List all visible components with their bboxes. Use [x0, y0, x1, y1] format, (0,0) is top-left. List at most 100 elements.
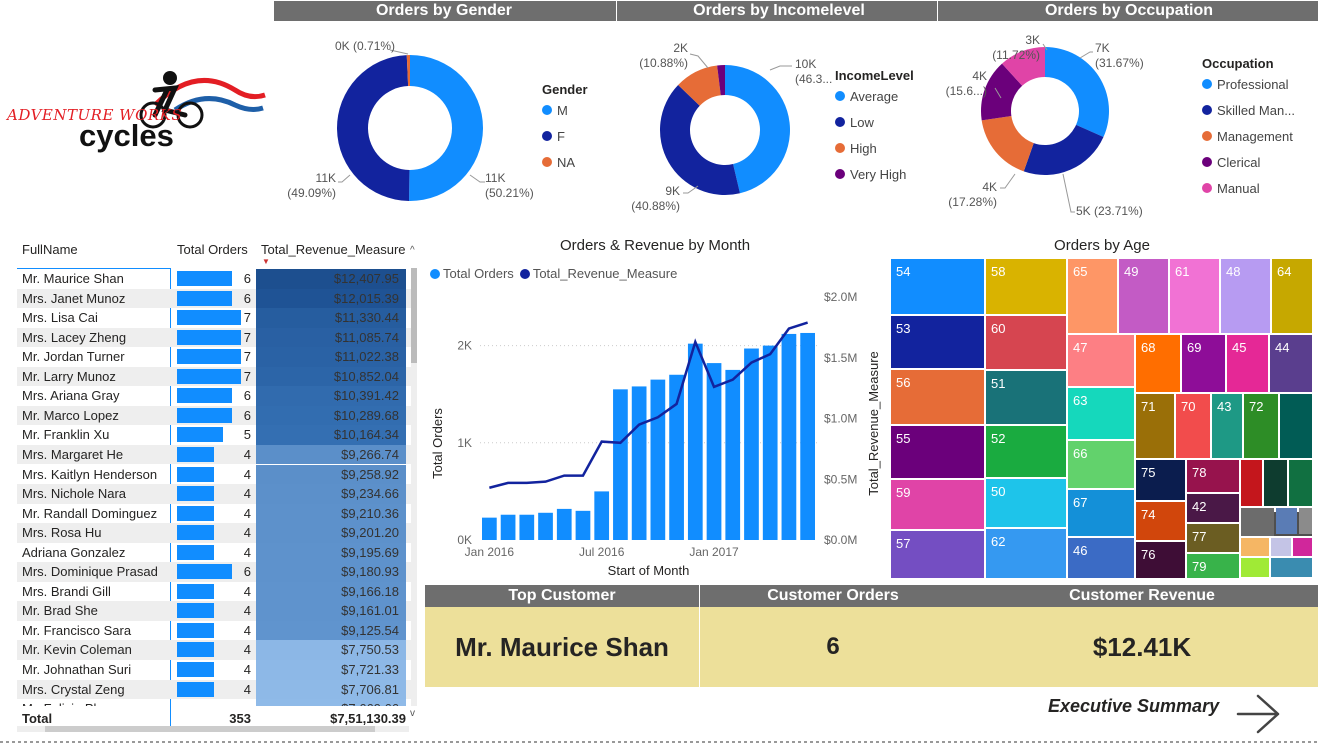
treemap-cell[interactable] — [1241, 508, 1274, 536]
table-row[interactable]: Mrs. Brandi Gill 4 $9,166.18 — [17, 581, 413, 602]
table-row[interactable]: Mrs. Ariana Gray 6 $10,391.42 — [17, 386, 413, 406]
orders-bar[interactable] — [538, 512, 553, 540]
treemap-cell-age-79[interactable]: 79 — [1187, 554, 1239, 578]
legend-item[interactable]: Clerical — [1202, 149, 1295, 175]
treemap-cell[interactable] — [1280, 394, 1312, 458]
treemap-cell-age-74[interactable]: 74 — [1136, 502, 1185, 540]
treemap-cell-age-75[interactable]: 75 — [1136, 460, 1185, 500]
treemap-cell-age-70[interactable]: 70 — [1176, 394, 1210, 458]
treemap-cell-age-64[interactable]: 64 — [1272, 259, 1312, 333]
treemap-cell-age-76[interactable]: 76 — [1136, 542, 1185, 578]
legend-item[interactable]: NA — [542, 149, 588, 175]
orders-bar[interactable] — [687, 343, 703, 540]
legend-item[interactable]: Very High — [835, 161, 914, 187]
treemap-cell-age-50[interactable]: 50 — [986, 479, 1066, 527]
treemap-cell-age-68[interactable]: 68 — [1136, 335, 1180, 392]
treemap-cell-age-51[interactable]: 51 — [986, 371, 1066, 424]
table-row[interactable]: Mrs. Nichole Nara 4 $9,234.66 — [17, 484, 413, 504]
treemap-cell[interactable] — [1264, 460, 1287, 506]
legend-item[interactable]: M — [542, 97, 588, 123]
treemap-cell-age-60[interactable]: 60 — [986, 316, 1066, 369]
table-row[interactable]: Mrs. Dominique Prasad 6 $9,180.93 — [17, 562, 413, 582]
treemap-cell-age-43[interactable]: 43 — [1212, 394, 1242, 458]
legend-item[interactable]: Skilled Man... — [1202, 97, 1295, 123]
scroll-up-icon[interactable]: ^ — [410, 245, 415, 256]
treemap-cell-age-62[interactable]: 62 — [986, 529, 1066, 578]
legend-item[interactable]: Management — [1202, 123, 1295, 149]
scrollbar-thumb[interactable] — [411, 268, 417, 363]
table-row[interactable]: Mrs. Rosa Hu 4 $9,201.20 — [17, 523, 413, 543]
orders-bar[interactable] — [706, 363, 722, 540]
treemap-cell-age-65[interactable]: 65 — [1068, 259, 1117, 333]
treemap-cell[interactable] — [1293, 538, 1312, 556]
customer-table[interactable]: FullName Total Orders Total_Revenue_Meas… — [17, 238, 421, 732]
table-row[interactable]: Mr. Kevin Coleman 4 $7,750.53 — [17, 640, 413, 660]
treemap-cell[interactable] — [1241, 538, 1269, 556]
orders-bar[interactable] — [744, 348, 759, 540]
legend-item[interactable]: Manual — [1202, 175, 1295, 201]
treemap-cell-age-56[interactable]: 56 — [891, 370, 984, 424]
treemap-cell[interactable] — [1271, 538, 1291, 556]
table-row[interactable]: Mrs. Crystal Zeng 4 $7,706.81 — [17, 679, 413, 700]
table-row[interactable]: Mrs. Kaitlyn Henderson 4 $9,258.92 — [17, 464, 413, 484]
treemap-cell-age-49[interactable]: 49 — [1119, 259, 1168, 333]
table-row[interactable]: Adriana Gonzalez 4 $9,195.69 — [17, 542, 413, 563]
scroll-down-icon[interactable]: v — [410, 708, 415, 719]
table-row[interactable]: Mr. Randall Dominguez 4 $9,210.36 — [17, 503, 413, 524]
donut-slice-management[interactable] — [981, 115, 1034, 172]
treemap-cell-age-72[interactable]: 72 — [1244, 394, 1278, 458]
legend-total-orders[interactable]: Total Orders — [430, 266, 514, 281]
legend-item[interactable]: Average — [835, 83, 914, 109]
orders-bar[interactable] — [613, 389, 628, 540]
orders-revenue-combo-chart[interactable]: 0K1K2K$0.0M$0.5M$1.0M$1.5M$2.0MJan 2016 J… — [425, 285, 885, 585]
treemap-cell[interactable] — [1289, 460, 1312, 506]
treemap-cell-age-52[interactable]: 52 — [986, 426, 1066, 477]
table-row[interactable]: Mr. Jordan Turner 7 $11,022.38 — [17, 347, 413, 367]
donut-slice-skilled-man-[interactable] — [1023, 124, 1104, 175]
orders-bar[interactable] — [631, 386, 647, 540]
scrollbar-vertical[interactable] — [411, 268, 417, 706]
treemap-cell-age-66[interactable]: 66 — [1068, 441, 1134, 488]
table-row[interactable]: Mrs. Janet Munoz 6 $12,015.39 — [17, 288, 413, 309]
legend-item[interactable]: High — [835, 135, 914, 161]
treemap-cell[interactable] — [1241, 460, 1262, 506]
treemap-cell-age-48[interactable]: 48 — [1221, 259, 1270, 333]
treemap-cell-age-77[interactable]: 77 — [1187, 524, 1239, 552]
treemap-cell-age-69[interactable]: 69 — [1182, 335, 1225, 392]
table-row[interactable]: Mr. Marco Lopez 6 $10,289.68 — [17, 405, 413, 426]
table-row[interactable]: Mr. Franklin Xu 5 $10,164.34 — [17, 425, 413, 445]
age-treemap[interactable]: 54 58 65 49 61 48 64 53 60 47 68 69 45 44 56 51 63 71 70 43… — [891, 259, 1314, 580]
treemap-cell-age-58[interactable]: 58 — [986, 259, 1066, 314]
orders-bar[interactable] — [500, 514, 516, 540]
legend-revenue[interactable]: Total_Revenue_Measure — [519, 266, 677, 281]
donut-slice-m[interactable] — [409, 55, 484, 202]
treemap-cell-age-45[interactable]: 45 — [1227, 335, 1268, 392]
income-donut-chart[interactable]: 10K(46.3... 9K(40.88%) 2K(10.88%) — [630, 30, 840, 220]
gender-donut-chart[interactable]: 11K(50.21%)11K(49.09%)0K (0.71%) — [280, 30, 540, 210]
treemap-cell-age-61[interactable]: 61 — [1170, 259, 1219, 333]
treemap-cell-age-54[interactable]: 54 — [891, 259, 984, 314]
treemap-cell-age-46[interactable]: 46 — [1068, 538, 1134, 578]
treemap-cell-age-78[interactable]: 78 — [1187, 460, 1239, 492]
table-row[interactable]: Mrs. Lisa Cai 7 $11,330.44 — [17, 308, 413, 328]
treemap-cell[interactable] — [1276, 508, 1297, 534]
table-row[interactable]: Mr. Felicia Pl... $7,669.66 — [17, 699, 413, 706]
legend-item[interactable]: Professional — [1202, 71, 1295, 97]
table-row[interactable]: Mr. Maurice Shan 6 $12,407.95 — [17, 269, 413, 289]
treemap-cell-age-47[interactable]: 47 — [1068, 335, 1134, 386]
treemap-cell-age-57[interactable]: 57 — [891, 531, 984, 578]
orders-bar[interactable] — [762, 345, 778, 540]
treemap-cell[interactable] — [1241, 558, 1269, 577]
donut-slice-f[interactable] — [337, 55, 410, 201]
table-row[interactable]: Mrs. Margaret He 4 $9,266.74 — [17, 444, 413, 465]
treemap-cell-age-42[interactable]: 42 — [1187, 494, 1239, 522]
table-row[interactable]: Mrs. Lacey Zheng 7 $11,085.74 — [17, 327, 413, 348]
treemap-cell-age-71[interactable]: 71 — [1136, 394, 1174, 458]
orders-bar[interactable] — [482, 517, 497, 540]
treemap-cell[interactable] — [1271, 558, 1312, 577]
col-fullname[interactable]: FullName — [22, 242, 78, 257]
treemap-cell-age-63[interactable]: 63 — [1068, 388, 1134, 439]
orders-bar[interactable] — [725, 369, 741, 540]
table-row[interactable]: Mr. Johnathan Suri 4 $7,721.33 — [17, 660, 413, 680]
treemap-cell-age-44[interactable]: 44 — [1270, 335, 1312, 392]
